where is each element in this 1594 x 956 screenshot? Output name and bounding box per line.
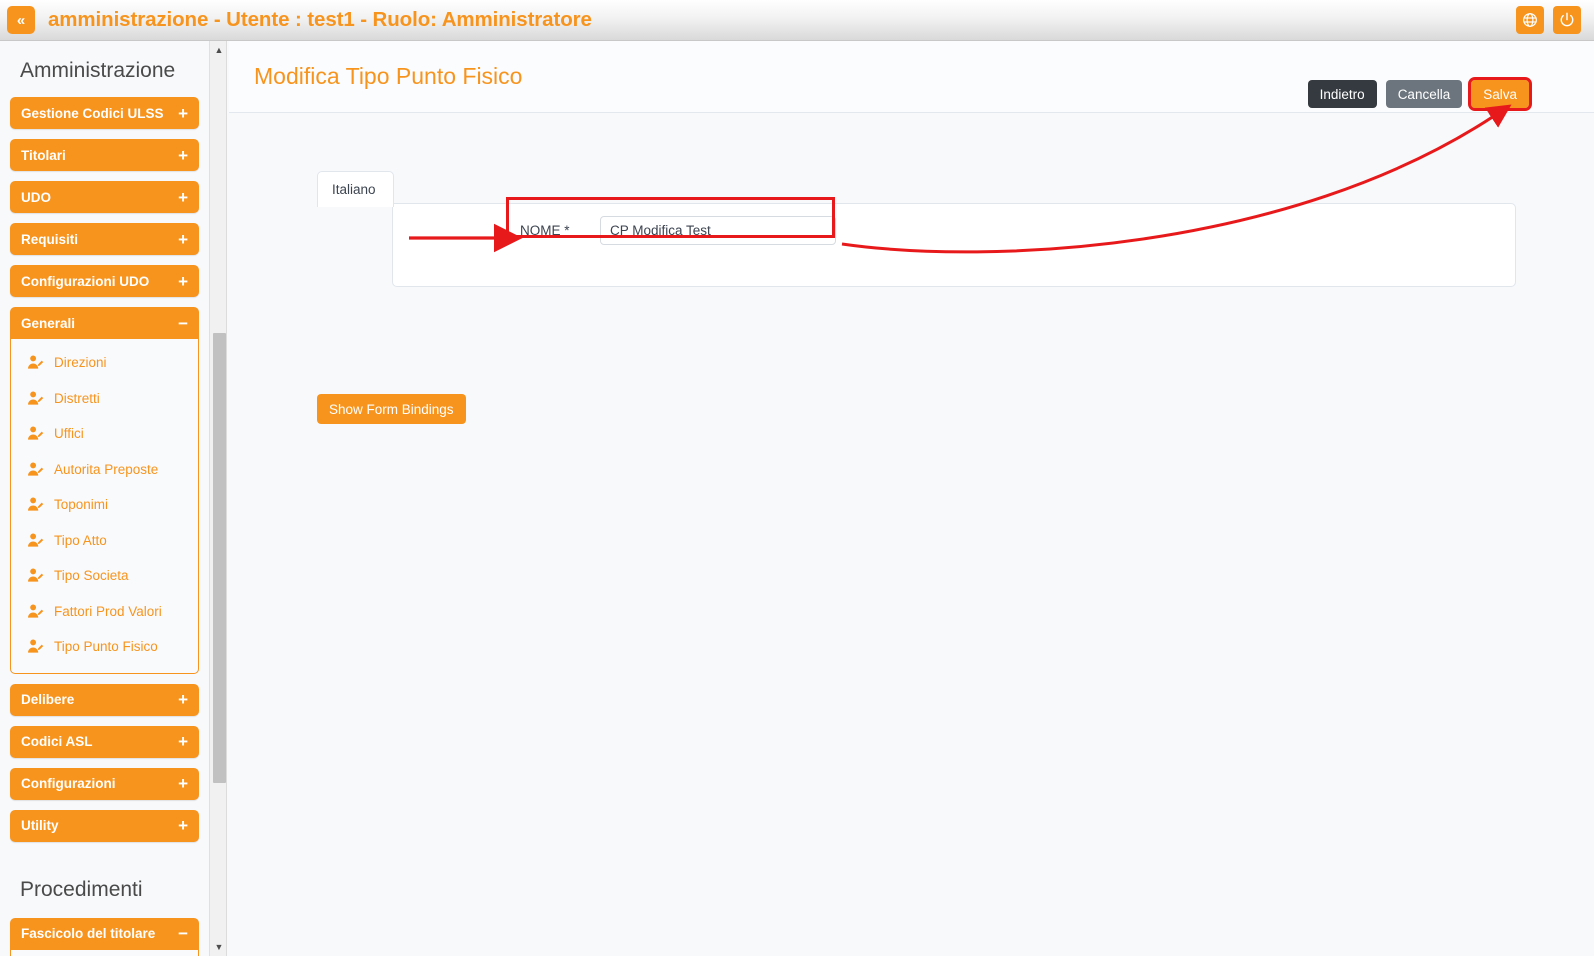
form-panel: NOME *: [392, 203, 1516, 287]
user-edit-icon: [27, 355, 49, 370]
tab-italiano[interactable]: Italiano: [317, 171, 394, 207]
sidebar-collapse-button[interactable]: «: [7, 6, 35, 34]
form-area: Italiano NOME * Show Form Bindings: [229, 113, 1594, 168]
sidebar-submenu-fascicolo: [10, 950, 199, 956]
sidebar: Amministrazione Gestione Codici ULSS+Tit…: [0, 41, 209, 956]
globe-icon: [1522, 12, 1538, 28]
caret-down-icon: ▼: [215, 942, 224, 952]
power-icon: [1559, 12, 1575, 28]
sidebar-item-uffici[interactable]: Uffici: [11, 416, 198, 452]
user-edit-icon: [27, 639, 49, 654]
sidebar-group-label: Utility: [21, 818, 59, 833]
page-header: Modifica Tipo Punto Fisico Indietro Canc…: [229, 41, 1594, 113]
page-title: Modifica Tipo Punto Fisico: [254, 63, 522, 90]
sidebar-group-configurazioni[interactable]: Configurazioni +: [10, 768, 199, 800]
sidebar-group-list-after: Delibere+Codici ASL+Configurazioni+Utili…: [4, 684, 205, 842]
sidebar-item-fattori-prod-valori[interactable]: Fattori Prod Valori: [11, 594, 198, 630]
sidebar-item-label: Autorita Preposte: [54, 462, 158, 477]
sidebar-group-gestione-codici-ulss[interactable]: Gestione Codici ULSS +: [10, 97, 199, 129]
sidebar-item-label: Direzioni: [54, 355, 107, 370]
sidebar-group-label: Codici ASL: [21, 734, 93, 749]
sidebar-group-delibere[interactable]: Delibere +: [10, 684, 199, 716]
user-edit-icon: [27, 497, 49, 512]
sidebar-item-label: Distretti: [54, 391, 100, 406]
cancel-button[interactable]: Cancella: [1386, 80, 1463, 108]
user-edit-icon: [27, 604, 49, 619]
sidebar-item-label: Tipo Punto Fisico: [54, 639, 158, 654]
sidebar-group-list-procedimenti: Fascicolo del titolare −: [4, 918, 205, 950]
sidebar-group-list: Gestione Codici ULSS+Titolari+UDO+Requis…: [4, 97, 205, 339]
minus-icon: −: [178, 925, 188, 942]
sidebar-group-udo[interactable]: UDO +: [10, 181, 199, 213]
sidebar-item-tipo-societa[interactable]: Tipo Societa: [11, 558, 198, 594]
show-form-bindings-button[interactable]: Show Form Bindings: [317, 394, 466, 424]
user-edit-icon: [27, 426, 49, 441]
sidebar-item-label: Fattori Prod Valori: [54, 604, 162, 619]
sidebar-group-label: UDO: [21, 190, 51, 205]
plus-icon: +: [178, 189, 188, 206]
user-edit-icon: [27, 568, 49, 583]
sidebar-group-configurazioni-udo[interactable]: Configurazioni UDO +: [10, 265, 199, 297]
user-edit-icon: [27, 533, 49, 548]
sidebar-item-label: Uffici: [54, 426, 84, 441]
main-content: Modifica Tipo Punto Fisico Indietro Canc…: [229, 41, 1594, 956]
nome-input[interactable]: [600, 216, 836, 245]
sidebar-group-generali[interactable]: Generali −: [10, 307, 199, 339]
plus-icon: +: [178, 775, 188, 792]
nome-label: NOME *: [520, 223, 600, 238]
caret-up-icon: ▲: [215, 45, 224, 55]
plus-icon: +: [178, 273, 188, 290]
scroll-up-button[interactable]: ▲: [210, 41, 228, 59]
sidebar-group-label: Fascicolo del titolare: [21, 926, 155, 941]
sidebar-group-codici-asl[interactable]: Codici ASL +: [10, 726, 199, 758]
back-button[interactable]: Indietro: [1308, 80, 1377, 108]
sidebar-item-tipo-punto-fisico[interactable]: Tipo Punto Fisico: [11, 629, 198, 665]
sidebar-heading-procedimenti: Procedimenti: [4, 852, 205, 918]
sidebar-heading-amministrazione: Amministrazione: [4, 41, 205, 97]
plus-icon: +: [178, 105, 188, 122]
user-edit-icon: [27, 462, 49, 477]
sidebar-group-fascicolo-del-titolare[interactable]: Fascicolo del titolare −: [10, 918, 199, 950]
double-chevron-left-icon: «: [17, 13, 25, 28]
plus-icon: +: [178, 147, 188, 164]
sidebar-group-titolari[interactable]: Titolari +: [10, 139, 199, 171]
minus-icon: −: [178, 315, 188, 332]
sidebar-item-toponimi[interactable]: Toponimi: [11, 487, 198, 523]
plus-icon: +: [178, 733, 188, 750]
sidebar-item-direzioni[interactable]: Direzioni: [11, 345, 198, 381]
sidebar-item-label: Tipo Societa: [54, 568, 129, 583]
plus-icon: +: [178, 231, 188, 248]
sidebar-group-label: Requisiti: [21, 232, 78, 247]
app-title: amministrazione - Utente : test1 - Ruolo…: [48, 8, 592, 32]
sidebar-item-tipo-atto[interactable]: Tipo Atto: [11, 523, 198, 559]
top-bar: « amministrazione - Utente : test1 - Ruo…: [0, 0, 1594, 41]
sidebar-group-label: Delibere: [21, 692, 74, 707]
sidebar-group-label: Gestione Codici ULSS: [21, 106, 164, 121]
sidebar-scrollbar[interactable]: ▲ ▼: [209, 41, 227, 956]
sidebar-item-distretti[interactable]: Distretti: [11, 381, 198, 417]
scroll-down-button[interactable]: ▼: [210, 938, 228, 956]
sidebar-group-label: Configurazioni UDO: [21, 274, 149, 289]
sidebar-group-label: Titolari: [21, 148, 66, 163]
save-button[interactable]: Salva: [1471, 80, 1529, 108]
language-button[interactable]: [1516, 6, 1544, 34]
sidebar-group-requisiti[interactable]: Requisiti +: [10, 223, 199, 255]
annotation-overlay: [229, 41, 1594, 956]
form-row-nome: NOME *: [393, 204, 1515, 256]
sidebar-submenu-generali: Direzioni Distretti Uffici Autorita Prepost…: [10, 339, 199, 674]
page-action-buttons: Indietro Cancella Salva: [1308, 80, 1529, 108]
plus-icon: +: [178, 817, 188, 834]
user-edit-icon: [27, 391, 49, 406]
sidebar-group-utility[interactable]: Utility +: [10, 810, 199, 842]
sidebar-item-autorita-preposte[interactable]: Autorita Preposte: [11, 452, 198, 488]
sidebar-group-label: Configurazioni: [21, 776, 116, 791]
top-bar-actions: [1516, 6, 1594, 34]
scrollbar-thumb[interactable]: [213, 333, 226, 783]
sidebar-group-label: Generali: [21, 316, 75, 331]
sidebar-item-label: Tipo Atto: [54, 533, 107, 548]
plus-icon: +: [178, 691, 188, 708]
sidebar-item-label: Toponimi: [54, 497, 108, 512]
logout-button[interactable]: [1553, 6, 1581, 34]
